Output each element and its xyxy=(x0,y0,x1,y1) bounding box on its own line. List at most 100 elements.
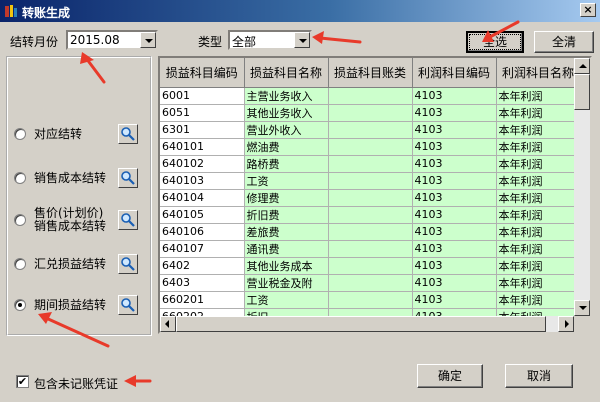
table-cell[interactable]: 640104 xyxy=(160,189,245,207)
scroll-left-icon[interactable] xyxy=(160,316,176,332)
table-cell[interactable]: 本年利润 xyxy=(496,189,581,207)
table-row[interactable]: 640102 路桥费 4103 本年利润 xyxy=(160,155,581,173)
account-grid[interactable]: 损益科目编码 损益科目名称 损益科目账类 利润科目编码 利润科目名称 6001 主营业务收… xyxy=(158,56,592,334)
table-cell[interactable] xyxy=(328,206,413,224)
cancel-button[interactable]: 取消 xyxy=(505,364,573,388)
column-header[interactable]: 损益科目账类 xyxy=(328,58,413,88)
table-row[interactable]: 660201 工资 4103 本年利润 xyxy=(160,291,581,309)
table-cell[interactable] xyxy=(328,172,413,190)
table-cell[interactable]: 6403 xyxy=(160,274,245,292)
radio-sales-cost-transfer[interactable] xyxy=(14,172,26,184)
table-cell[interactable] xyxy=(328,257,413,275)
table-cell[interactable]: 4103 xyxy=(412,189,497,207)
table-cell[interactable]: 工资 xyxy=(244,291,329,309)
table-cell[interactable]: 6001 xyxy=(160,87,245,105)
table-cell[interactable]: 本年利润 xyxy=(496,257,581,275)
scroll-down-icon[interactable] xyxy=(574,300,590,316)
table-row[interactable]: 640104 修理费 4103 本年利润 xyxy=(160,189,581,207)
radio-period-profit-loss-transfer[interactable] xyxy=(14,299,26,311)
table-cell[interactable]: 4103 xyxy=(412,138,497,156)
table-cell[interactable]: 本年利润 xyxy=(496,172,581,190)
table-cell[interactable]: 6402 xyxy=(160,257,245,275)
table-row[interactable]: 640105 折旧费 4103 本年利润 xyxy=(160,206,581,224)
table-cell[interactable]: 其他业务成本 xyxy=(244,257,329,275)
table-row[interactable]: 640101 燃油费 4103 本年利润 xyxy=(160,138,581,156)
table-row[interactable]: 6402 其他业务成本 4103 本年利润 xyxy=(160,257,581,275)
table-cell[interactable]: 本年利润 xyxy=(496,240,581,258)
radio-matching-transfer[interactable] xyxy=(14,128,26,140)
table-cell[interactable]: 本年利润 xyxy=(496,206,581,224)
month-select[interactable]: 2015.08 xyxy=(66,30,158,50)
column-header[interactable]: 利润科目编码 xyxy=(412,58,497,88)
search-icon[interactable] xyxy=(118,295,138,315)
table-row[interactable]: 6051 其他业务收入 4103 本年利润 xyxy=(160,104,581,122)
table-cell[interactable]: 640101 xyxy=(160,138,245,156)
table-cell[interactable] xyxy=(328,291,413,309)
table-cell[interactable]: 4103 xyxy=(412,223,497,241)
table-cell[interactable]: 4103 xyxy=(412,274,497,292)
column-header[interactable]: 损益科目名称 xyxy=(244,58,329,88)
clear-all-button[interactable]: 全清 xyxy=(534,31,594,53)
search-icon[interactable] xyxy=(118,124,138,144)
table-cell[interactable]: 本年利润 xyxy=(496,155,581,173)
table-cell[interactable]: 660201 xyxy=(160,291,245,309)
scroll-thumb[interactable] xyxy=(176,316,546,332)
table-cell[interactable] xyxy=(328,87,413,105)
table-row[interactable]: 6001 主营业务收入 4103 本年利润 xyxy=(160,87,581,105)
table-cell[interactable]: 本年利润 xyxy=(496,223,581,241)
table-cell[interactable]: 路桥费 xyxy=(244,155,329,173)
table-cell[interactable]: 本年利润 xyxy=(496,87,581,105)
table-cell[interactable]: 其他业务收入 xyxy=(244,104,329,122)
table-cell[interactable]: 640106 xyxy=(160,223,245,241)
table-row[interactable]: 6403 营业税金及附 4103 本年利润 xyxy=(160,274,581,292)
table-cell[interactable]: 折旧费 xyxy=(244,206,329,224)
table-cell[interactable]: 通讯费 xyxy=(244,240,329,258)
table-cell[interactable] xyxy=(328,104,413,122)
table-cell[interactable] xyxy=(328,274,413,292)
search-icon[interactable] xyxy=(118,254,138,274)
search-icon[interactable] xyxy=(118,210,138,230)
close-button[interactable]: × xyxy=(580,3,596,17)
table-cell[interactable]: 6051 xyxy=(160,104,245,122)
search-icon[interactable] xyxy=(118,168,138,188)
table-cell[interactable]: 4103 xyxy=(412,104,497,122)
table-cell[interactable]: 640102 xyxy=(160,155,245,173)
table-cell[interactable]: 6301 xyxy=(160,121,245,139)
scroll-right-icon[interactable] xyxy=(558,316,574,332)
table-cell[interactable]: 4103 xyxy=(412,87,497,105)
radio-exchange-gain-loss-transfer[interactable] xyxy=(14,258,26,270)
scroll-thumb[interactable] xyxy=(574,74,590,110)
table-cell[interactable]: 差旅费 xyxy=(244,223,329,241)
chevron-down-icon[interactable] xyxy=(294,32,310,48)
table-cell[interactable]: 4103 xyxy=(412,172,497,190)
table-cell[interactable]: 本年利润 xyxy=(496,104,581,122)
type-select[interactable]: 全部 xyxy=(228,30,312,50)
table-cell[interactable]: 本年利润 xyxy=(496,291,581,309)
horizontal-scrollbar[interactable] xyxy=(160,316,574,332)
table-cell[interactable]: 营业税金及附 xyxy=(244,274,329,292)
table-cell[interactable]: 工资 xyxy=(244,172,329,190)
table-cell[interactable]: 4103 xyxy=(412,121,497,139)
table-cell[interactable]: 本年利润 xyxy=(496,274,581,292)
table-cell[interactable]: 640107 xyxy=(160,240,245,258)
table-cell[interactable]: 本年利润 xyxy=(496,138,581,156)
radio-planned-price-transfer[interactable] xyxy=(14,214,26,226)
table-row[interactable]: 6301 营业外收入 4103 本年利润 xyxy=(160,121,581,139)
table-cell[interactable] xyxy=(328,223,413,241)
select-all-button[interactable]: 全选 xyxy=(466,31,524,53)
ok-button[interactable]: 确定 xyxy=(417,364,483,388)
table-cell[interactable] xyxy=(328,138,413,156)
table-cell[interactable]: 4103 xyxy=(412,155,497,173)
table-row[interactable]: 640107 通讯费 4103 本年利润 xyxy=(160,240,581,258)
column-header[interactable]: 利润科目名称 xyxy=(496,58,581,88)
table-cell[interactable]: 640103 xyxy=(160,172,245,190)
table-cell[interactable] xyxy=(328,240,413,258)
table-cell[interactable]: 4103 xyxy=(412,240,497,258)
scroll-up-icon[interactable] xyxy=(574,58,590,74)
table-cell[interactable]: 4103 xyxy=(412,291,497,309)
table-cell[interactable]: 燃油费 xyxy=(244,138,329,156)
chevron-down-icon[interactable] xyxy=(140,32,156,48)
column-header[interactable]: 损益科目编码 xyxy=(160,58,245,88)
table-row[interactable]: 640106 差旅费 4103 本年利润 xyxy=(160,223,581,241)
table-cell[interactable]: 4103 xyxy=(412,257,497,275)
